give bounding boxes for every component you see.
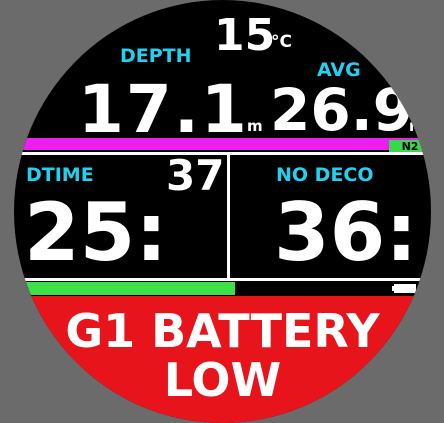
tissue-progress-fill — [14, 282, 235, 295]
divider-vertical — [227, 152, 230, 280]
battery-icon — [392, 282, 422, 295]
temperature-value: 15 — [214, 10, 276, 61]
magenta-bar — [14, 138, 431, 150]
dive-computer-display: 15 °C DEPTH AVG 17.1 m 26.9 m N2 DTIME 3… — [14, 0, 431, 423]
n2-badge: N2 — [389, 140, 431, 153]
no-deco-label: NO DECO — [276, 164, 374, 186]
depth-unit: m — [247, 117, 263, 135]
depth-label: DEPTH — [120, 45, 192, 67]
depth-value: 17.1 — [78, 71, 249, 148]
alarm-text-line1: G1 BATTERY — [65, 304, 380, 358]
dtime-minutes: 25: — [24, 186, 168, 279]
alarm-text-line2: LOW — [163, 353, 282, 407]
no-deco-value: 36: — [274, 186, 418, 279]
temperature-unit: °C — [271, 32, 292, 52]
dtime-seconds: 37 — [166, 151, 225, 200]
avg-depth-value: 26.9 — [270, 76, 414, 144]
avg-depth-unit: m — [409, 117, 425, 135]
dtime-label: DTIME — [26, 164, 94, 186]
